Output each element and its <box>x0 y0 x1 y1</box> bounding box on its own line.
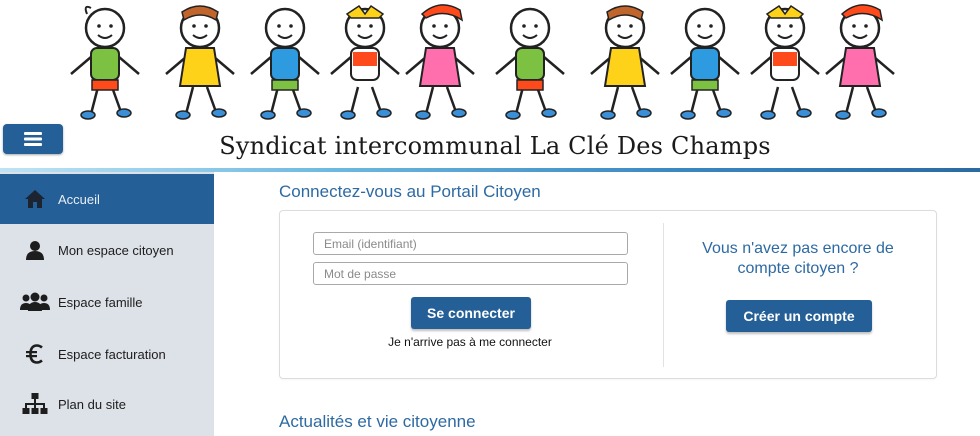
login-heading: Connectez-vous au Portail Citoyen <box>279 182 541 201</box>
menu-toggle-button[interactable] <box>3 124 63 154</box>
sidebar-item-label: Espace facturation <box>58 346 166 362</box>
forgot-login-link[interactable]: Je n'arrive pas à me connecter <box>340 335 600 349</box>
sidebar-item-label: Mon espace citoyen <box>58 242 174 258</box>
sidebar-item-accueil[interactable]: Accueil <box>0 174 214 224</box>
password-field[interactable] <box>313 262 628 285</box>
sidebar-item-espace-facturation[interactable]: Espace facturation <box>0 329 214 379</box>
children-holding-hands-illustration <box>69 4 896 121</box>
signup-question: Vous n'avez pas encore de compte citoyen… <box>702 240 894 277</box>
login-button[interactable]: Se connecter <box>411 297 531 329</box>
site-title: Syndicat intercommunal La Clé Des Champs <box>219 132 771 160</box>
sidebar-item-mon-espace-citoyen[interactable]: Mon espace citoyen <box>0 225 214 275</box>
site-banner: Syndicat intercommunal La Clé Des Champs <box>0 0 980 172</box>
sidebar-item-espace-famille[interactable]: Espace famille <box>0 277 214 327</box>
home-icon <box>20 187 50 211</box>
create-account-button[interactable]: Créer un compte <box>726 300 872 332</box>
euro-icon <box>20 342 50 366</box>
login-card: Se connecter Je n'arrive pas à me connec… <box>279 210 937 379</box>
user-icon <box>20 238 50 262</box>
news-heading: Actualités et vie citoyenne <box>279 412 476 431</box>
sitemap-icon <box>20 392 50 416</box>
family-icon <box>20 290 50 314</box>
sidebar-item-label: Accueil <box>58 191 100 207</box>
sidebar-item-label: Plan du site <box>58 396 126 412</box>
sidebar-item-label: Espace famille <box>58 294 143 310</box>
card-divider <box>663 223 664 367</box>
hamburger-menu-icon <box>24 132 42 146</box>
sidebar-nav: Accueil Mon espace citoyen Espace famill… <box>0 172 214 436</box>
sidebar-item-plan-du-site[interactable]: Plan du site <box>0 379 214 429</box>
email-field[interactable] <box>313 232 628 255</box>
